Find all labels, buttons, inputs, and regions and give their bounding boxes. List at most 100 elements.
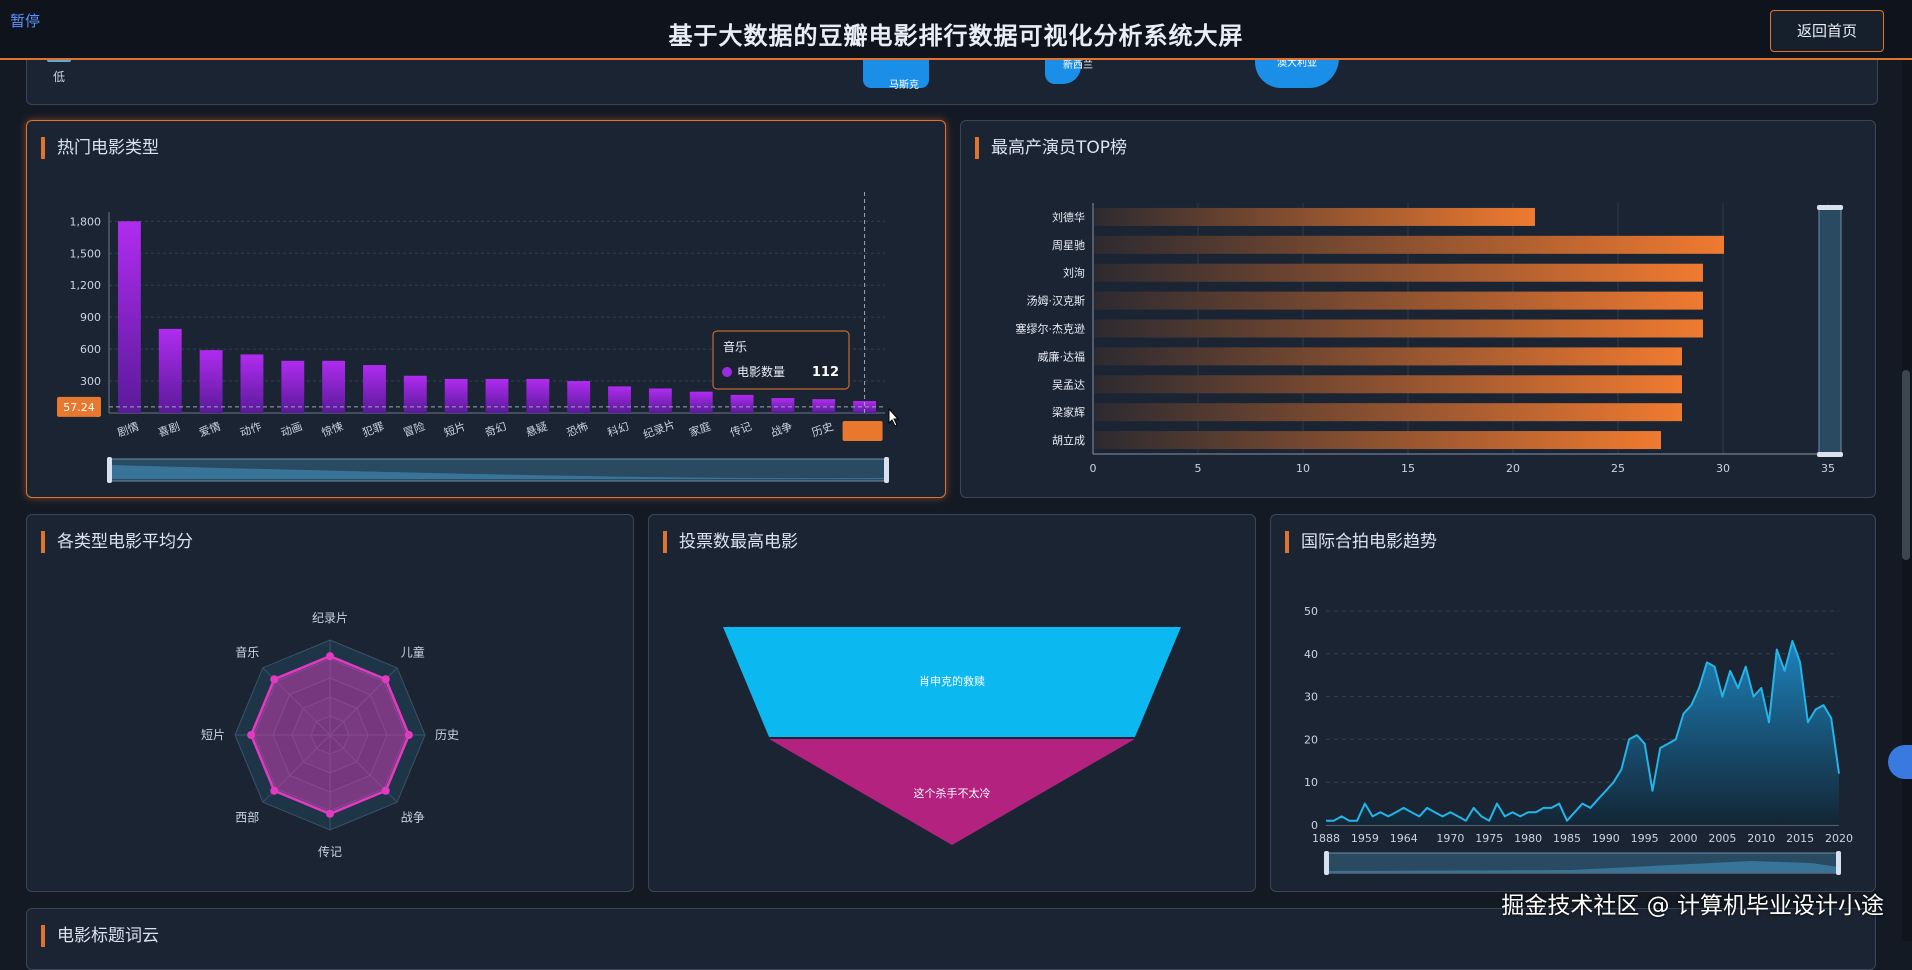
radar-point[interactable] bbox=[381, 786, 390, 795]
y-tick-label: 30 bbox=[1304, 691, 1318, 704]
bar[interactable] bbox=[1094, 207, 1535, 226]
bar[interactable] bbox=[1094, 235, 1724, 254]
radar-chart-panel: 各类型电影平均分 纪录片 儿童 历史 战争 传记 西部 短片 音乐 bbox=[26, 514, 634, 892]
trend-area bbox=[1326, 641, 1839, 825]
side-toggle-button[interactable] bbox=[1888, 745, 1912, 779]
y-tick-label: 胡立成 bbox=[1052, 433, 1085, 447]
radar-indicator-label: 短片 bbox=[201, 728, 225, 742]
y-tick-label: 40 bbox=[1304, 648, 1318, 661]
home-button[interactable]: 返回首页 bbox=[1770, 10, 1884, 52]
bar[interactable] bbox=[1094, 375, 1682, 394]
x-tick-label: 1975 bbox=[1475, 832, 1503, 845]
bar[interactable] bbox=[1094, 403, 1682, 422]
bar[interactable] bbox=[648, 388, 672, 413]
x-tick-label: 2005 bbox=[1708, 832, 1736, 845]
x-tick-label: 2020 bbox=[1825, 832, 1853, 845]
axis-pointer-value: 57.24 bbox=[63, 401, 95, 414]
bar[interactable] bbox=[403, 375, 427, 413]
x-tick-label: 短片 bbox=[442, 419, 467, 440]
datazoom-handle-right[interactable] bbox=[1836, 851, 1841, 875]
x-tick-label: 2000 bbox=[1670, 832, 1698, 845]
y-tick-label: 吴孟达 bbox=[1052, 378, 1085, 391]
y-tick-label: 刘洵 bbox=[1063, 267, 1085, 280]
actors-bar-chart: 0 5 10 15 20 25 30 35 刘德华周星驰刘洵汤姆·汉克斯塞缪尔·杰克逊威廉·达福… bbox=[1016, 203, 1843, 475]
x-tick-label: 战争 bbox=[769, 419, 794, 440]
y-tick-label: 300 bbox=[80, 375, 101, 388]
bar[interactable] bbox=[1094, 431, 1661, 450]
bar[interactable] bbox=[567, 381, 591, 413]
x-tick-label: 30 bbox=[1716, 462, 1730, 475]
bar[interactable] bbox=[608, 386, 631, 413]
x-tick-label: 0 bbox=[1090, 462, 1097, 475]
datazoom-handle-left[interactable] bbox=[107, 457, 112, 483]
bar[interactable] bbox=[812, 399, 836, 413]
x-tick-label: 1985 bbox=[1553, 832, 1581, 845]
radar-point[interactable] bbox=[270, 786, 279, 795]
y-tick-label: 1,200 bbox=[70, 279, 102, 292]
datazoom-slider[interactable] bbox=[1818, 206, 1842, 456]
bar[interactable] bbox=[363, 365, 386, 413]
datazoom-handle-top[interactable] bbox=[1817, 205, 1843, 210]
radar-indicator-label: 纪录片 bbox=[312, 611, 348, 625]
x-tick-label: 恐怖 bbox=[565, 419, 590, 440]
watermark: 掘金技术社区 @ 计算机毕业设计小途 bbox=[1501, 893, 1884, 919]
datazoom-handle-bottom[interactable] bbox=[1817, 452, 1843, 457]
datazoom-handle-left[interactable] bbox=[1324, 851, 1329, 875]
x-tick-label: 科幻 bbox=[605, 419, 630, 440]
y-tick-label: 50 bbox=[1304, 605, 1318, 618]
bar[interactable] bbox=[730, 394, 754, 413]
funnel-label: 这个杀手不太冷 bbox=[914, 786, 991, 800]
radar-chart: 纪录片儿童历史战争传记 西部 短片 音乐 bbox=[201, 611, 459, 859]
bar[interactable] bbox=[1094, 347, 1682, 366]
radar-indicator-label: 音乐 bbox=[235, 644, 259, 659]
x-tick-label: 35 bbox=[1821, 462, 1835, 475]
votes-funnel-chart: 肖申克的救赎这个杀手不太冷 bbox=[723, 627, 1181, 845]
bar[interactable] bbox=[117, 221, 141, 413]
trend-chart-panel: 国际合拍电影趋势 0 10 20 30 40 50 1888 1959 1964 1970 1975… bbox=[1270, 514, 1876, 892]
radar-point[interactable] bbox=[247, 731, 256, 739]
page-title: 基于大数据的豆瓣电影排行数据可视化分析系统大屏 bbox=[668, 22, 1244, 50]
bar[interactable] bbox=[526, 378, 550, 413]
x-tick-label: 动作 bbox=[238, 420, 263, 440]
radar-point[interactable] bbox=[404, 731, 413, 739]
bar[interactable] bbox=[444, 378, 468, 413]
radar-point[interactable] bbox=[270, 675, 279, 684]
panel-title: 电影标题词云 bbox=[41, 925, 159, 947]
y-tick-label: 1,500 bbox=[70, 247, 102, 260]
x-tick-label: 喜剧 bbox=[157, 420, 182, 440]
bar[interactable] bbox=[158, 328, 182, 413]
page-scrollbar-thumb[interactable] bbox=[1902, 370, 1910, 560]
x-tick-label: 惊悚 bbox=[320, 419, 345, 440]
map-legend-low: 低 bbox=[53, 70, 66, 84]
radar-indicator-label: 儿童 bbox=[401, 644, 425, 659]
bar[interactable] bbox=[485, 378, 509, 413]
bar[interactable] bbox=[322, 360, 346, 413]
trend-area-chart: 0 10 20 30 40 50 1888 1959 1964 1970 1975 1980 1985 1… bbox=[1304, 605, 1853, 875]
bar[interactable] bbox=[199, 350, 223, 413]
bar[interactable] bbox=[281, 360, 305, 413]
bar[interactable] bbox=[771, 398, 795, 413]
x-tick-label: 2015 bbox=[1786, 832, 1814, 845]
x-tick-label: 历史 bbox=[810, 420, 835, 440]
x-tick-label: 10 bbox=[1296, 462, 1310, 475]
x-tick-label: 1970 bbox=[1436, 832, 1464, 845]
x-tick-label: 剧情 bbox=[116, 420, 141, 440]
bar[interactable] bbox=[1094, 263, 1703, 282]
funnel-label: 肖申克的救赎 bbox=[919, 674, 985, 688]
x-tick-label: 纪录片 bbox=[641, 418, 676, 442]
radar-point[interactable] bbox=[326, 809, 334, 818]
radar-point[interactable] bbox=[326, 652, 334, 661]
radar-indicator-label: 传记 bbox=[318, 844, 342, 859]
datazoom-handle-right[interactable] bbox=[884, 457, 889, 483]
x-tick-label: 家庭 bbox=[687, 419, 712, 440]
y-tick-label: 梁家辉 bbox=[1052, 405, 1085, 419]
y-tick-label: 威廉·达福 bbox=[1038, 349, 1086, 363]
bar[interactable] bbox=[240, 354, 264, 413]
cursor-icon bbox=[888, 407, 900, 427]
x-tick-label: 20 bbox=[1506, 462, 1520, 475]
radar-point[interactable] bbox=[381, 675, 390, 684]
bar[interactable] bbox=[1094, 319, 1703, 338]
tooltip-title: 音乐 bbox=[723, 339, 747, 354]
bar[interactable] bbox=[1094, 291, 1703, 310]
bar[interactable] bbox=[689, 391, 713, 413]
